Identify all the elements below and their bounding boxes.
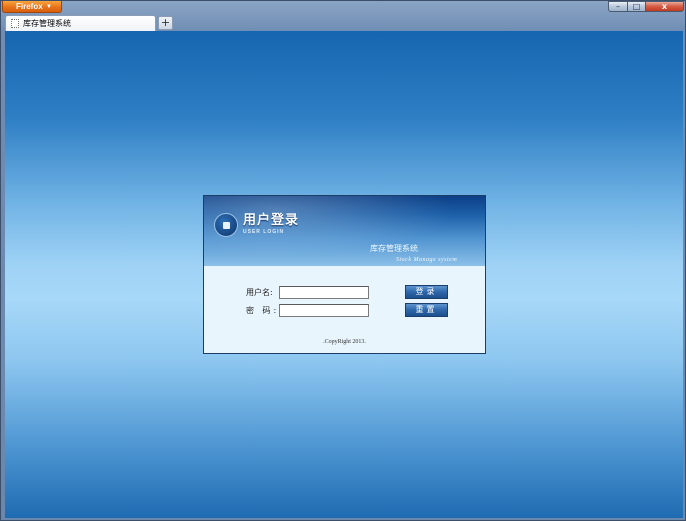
username-label: 用户名:	[246, 288, 273, 297]
login-subtitle: USER LOGIN	[243, 229, 285, 235]
system-name-en: Stock Manage system	[396, 257, 458, 263]
firefox-menu-label: Firefox	[16, 2, 43, 11]
close-button[interactable]: x	[646, 1, 684, 12]
page-viewport: 用户登录 USER LOGIN 库存管理系统 Stock Manage syst…	[5, 31, 683, 518]
system-name: 库存管理系统	[370, 244, 418, 253]
login-title: 用户登录	[243, 213, 300, 228]
login-panel: 用户登录 USER LOGIN 库存管理系统 Stock Manage syst…	[203, 195, 486, 354]
new-tab-button[interactable]: +	[158, 16, 173, 30]
login-button[interactable]: 登录	[405, 285, 448, 299]
logo-core	[223, 222, 230, 229]
tab-strip: 库存管理系统 +	[1, 15, 686, 32]
login-header: 用户登录 USER LOGIN 库存管理系统 Stock Manage syst…	[204, 196, 485, 266]
tab-title: 库存管理系统	[23, 19, 71, 28]
blank-page-icon	[11, 19, 19, 28]
dropdown-arrow-icon: ▼	[46, 4, 52, 10]
tab-inventory-system[interactable]: 库存管理系统	[5, 15, 156, 32]
reset-button[interactable]: 重置	[405, 303, 448, 317]
password-input[interactable]	[279, 304, 369, 317]
title-bar: Firefox ▼ – □ x	[1, 1, 686, 15]
minimize-button[interactable]: –	[608, 1, 628, 12]
maximize-button[interactable]: □	[628, 1, 646, 12]
window-controls: – □ x	[608, 1, 684, 13]
username-input[interactable]	[279, 286, 369, 299]
browser-window: Firefox ▼ – □ x 库存管理系统 + 用户登录 USER LOGIN…	[0, 0, 686, 521]
login-logo-icon	[214, 213, 238, 237]
password-label: 密 码:	[246, 306, 280, 315]
firefox-menu-button[interactable]: Firefox ▼	[2, 1, 62, 13]
copyright-text: .CopyRight 2013.	[323, 339, 366, 345]
